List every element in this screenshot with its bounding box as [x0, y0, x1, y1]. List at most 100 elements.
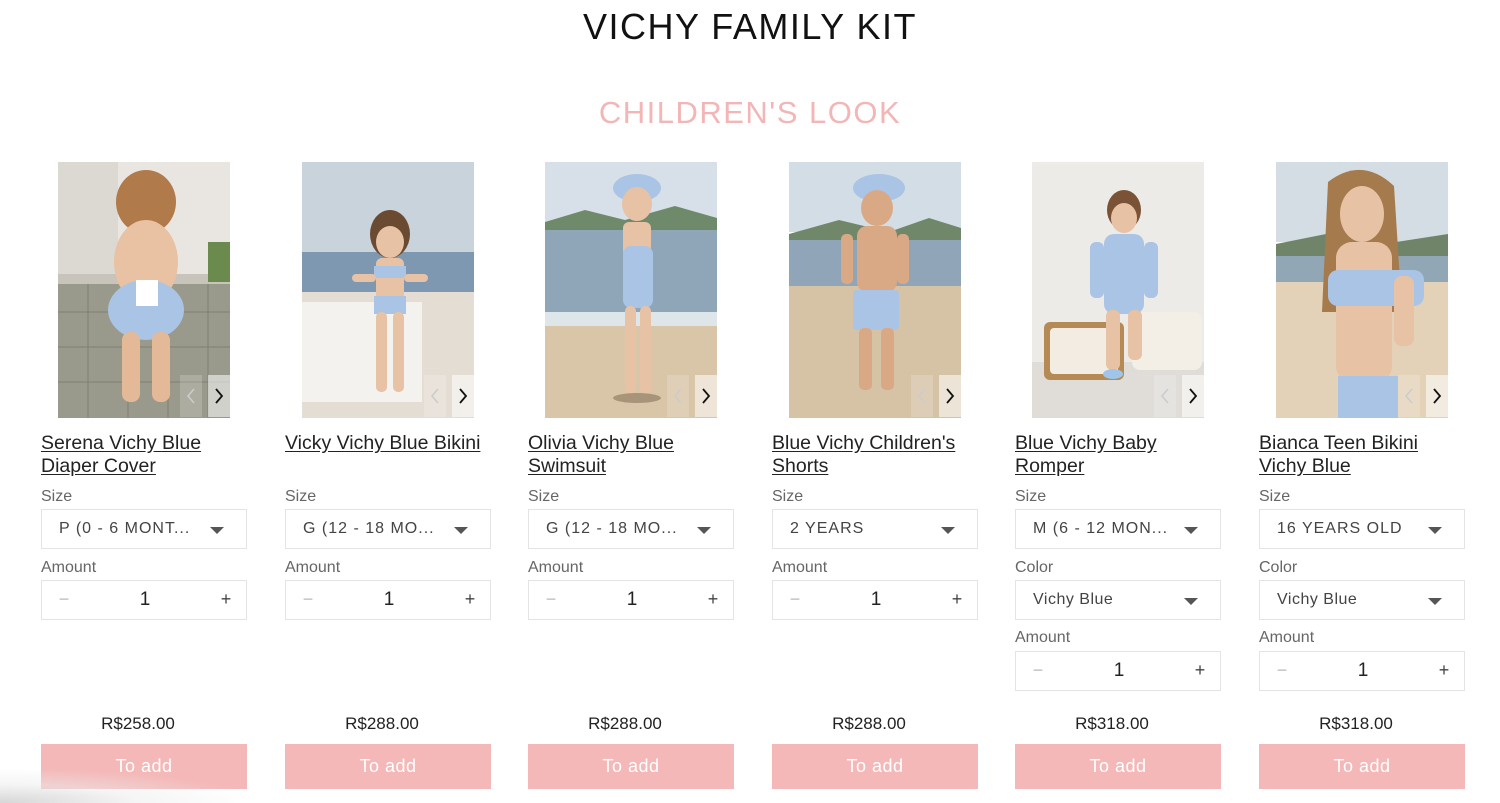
next-image-button[interactable]: [452, 375, 474, 417]
size-select[interactable]: 2 YEARS: [772, 509, 978, 549]
size-select[interactable]: P (0 - 6 MONT...: [41, 509, 247, 549]
add-to-cart-button[interactable]: To add: [285, 744, 491, 789]
quantity-value[interactable]: 1: [609, 589, 655, 611]
minus-icon[interactable]: −: [1272, 660, 1292, 681]
add-to-cart-button[interactable]: To add: [772, 744, 978, 789]
size-select[interactable]: G (12 - 18 MO...: [528, 509, 734, 549]
size-select[interactable]: 16 YEARS OLD: [1259, 509, 1465, 549]
product-image[interactable]: [1032, 162, 1204, 418]
minus-icon[interactable]: −: [1028, 660, 1048, 681]
next-image-button[interactable]: [939, 375, 961, 417]
color-select-value: Vichy Blue: [1033, 591, 1114, 608]
quantity-stepper: − 1 +: [528, 580, 734, 620]
product-image[interactable]: [545, 162, 717, 418]
product-card: Bianca Teen Bikini Vichy Blue Size 16 YE…: [1259, 162, 1465, 792]
size-select-value: G (12 - 18 MO...: [303, 520, 435, 537]
quantity-value[interactable]: 1: [853, 589, 899, 611]
prev-image-button[interactable]: [424, 375, 446, 417]
plus-icon[interactable]: +: [947, 589, 967, 610]
caret-down-icon: [454, 527, 468, 534]
product-name-link[interactable]: Blue Vichy Children's Shorts: [772, 432, 978, 478]
size-label: Size: [41, 488, 73, 505]
chevron-left-icon: [1160, 388, 1169, 404]
size-select[interactable]: G (12 - 18 MO...: [285, 509, 491, 549]
section-title: CHILDREN'S LOOK: [598, 95, 902, 130]
size-select-value: P (0 - 6 MONT...: [59, 520, 191, 537]
quantity-value[interactable]: 1: [1340, 660, 1386, 682]
minus-icon[interactable]: −: [54, 589, 74, 610]
amount-label: Amount: [528, 559, 584, 576]
next-image-button[interactable]: [1426, 375, 1448, 417]
product-image[interactable]: [302, 162, 474, 418]
amount-label: Amount: [1015, 629, 1071, 646]
product-name-link[interactable]: Blue Vichy Baby Romper: [1015, 432, 1221, 478]
plus-icon[interactable]: +: [216, 589, 236, 610]
next-image-button[interactable]: [208, 375, 230, 417]
size-select-value: 16 YEARS OLD: [1277, 520, 1403, 537]
size-label: Size: [1015, 488, 1047, 505]
plus-icon[interactable]: +: [460, 589, 480, 610]
size-label: Size: [285, 488, 317, 505]
minus-icon[interactable]: −: [298, 589, 318, 610]
chevron-right-icon: [1433, 388, 1442, 404]
product-image[interactable]: [58, 162, 230, 418]
corner-shadow: [0, 770, 240, 803]
product-price: R$318.00: [1075, 714, 1149, 733]
quantity-stepper: − 1 +: [41, 580, 247, 620]
chevron-right-icon: [946, 388, 955, 404]
prev-image-button[interactable]: [1154, 375, 1176, 417]
caret-down-icon: [1184, 527, 1198, 534]
product-price: R$258.00: [101, 714, 175, 733]
amount-label: Amount: [285, 559, 341, 576]
prev-image-button[interactable]: [667, 375, 689, 417]
amount-label: Amount: [1259, 629, 1315, 646]
prev-image-button[interactable]: [180, 375, 202, 417]
next-image-button[interactable]: [1182, 375, 1204, 417]
page-title: VICHY FAMILY KIT: [582, 6, 918, 47]
product-photo-shorts: [789, 162, 961, 418]
product-name-link[interactable]: Bianca Teen Bikini Vichy Blue: [1259, 432, 1465, 478]
chevron-right-icon: [215, 388, 224, 404]
minus-icon[interactable]: −: [541, 589, 561, 610]
color-select-value: Vichy Blue: [1277, 591, 1358, 608]
amount-label: Amount: [772, 559, 828, 576]
size-select-value: M (6 - 12 MON...: [1033, 520, 1169, 537]
color-select[interactable]: Vichy Blue: [1015, 580, 1221, 620]
chevron-right-icon: [1189, 388, 1198, 404]
add-to-cart-button[interactable]: To add: [528, 744, 734, 789]
product-name-link[interactable]: Vicky Vichy Blue Bikini: [285, 432, 491, 455]
amount-label: Amount: [41, 559, 97, 576]
plus-icon[interactable]: +: [703, 589, 723, 610]
next-image-button[interactable]: [695, 375, 717, 417]
product-price: R$288.00: [345, 714, 419, 733]
chevron-right-icon: [459, 388, 468, 404]
plus-icon[interactable]: +: [1190, 660, 1210, 681]
product-name-link[interactable]: Serena Vichy Blue Diaper Cover: [41, 432, 247, 478]
product-name-link[interactable]: Olivia Vichy Blue Swimsuit: [528, 432, 734, 478]
quantity-value[interactable]: 1: [366, 589, 412, 611]
quantity-stepper: − 1 +: [1259, 651, 1465, 691]
quantity-value[interactable]: 1: [1096, 660, 1142, 682]
add-to-cart-button[interactable]: To add: [1259, 744, 1465, 789]
color-select[interactable]: Vichy Blue: [1259, 580, 1465, 620]
product-price: R$288.00: [588, 714, 662, 733]
prev-image-button[interactable]: [911, 375, 933, 417]
prev-image-button[interactable]: [1398, 375, 1420, 417]
chevron-left-icon: [186, 388, 195, 404]
size-label: Size: [772, 488, 804, 505]
minus-icon[interactable]: −: [785, 589, 805, 610]
size-select[interactable]: M (6 - 12 MON...: [1015, 509, 1221, 549]
product-image[interactable]: [789, 162, 961, 418]
quantity-stepper: − 1 +: [1015, 651, 1221, 691]
caret-down-icon: [941, 527, 955, 534]
plus-icon[interactable]: +: [1434, 660, 1454, 681]
product-card: Serena Vichy Blue Diaper Cover Size P (0…: [41, 162, 247, 792]
quantity-value[interactable]: 1: [122, 589, 168, 611]
add-to-cart-button[interactable]: To add: [1015, 744, 1221, 789]
product-image[interactable]: [1276, 162, 1448, 418]
chevron-left-icon: [673, 388, 682, 404]
product-card: Blue Vichy Baby Romper Size M (6 - 12 MO…: [1015, 162, 1221, 792]
chevron-right-icon: [702, 388, 711, 404]
caret-down-icon: [1428, 527, 1442, 534]
color-label: Color: [1015, 559, 1054, 576]
